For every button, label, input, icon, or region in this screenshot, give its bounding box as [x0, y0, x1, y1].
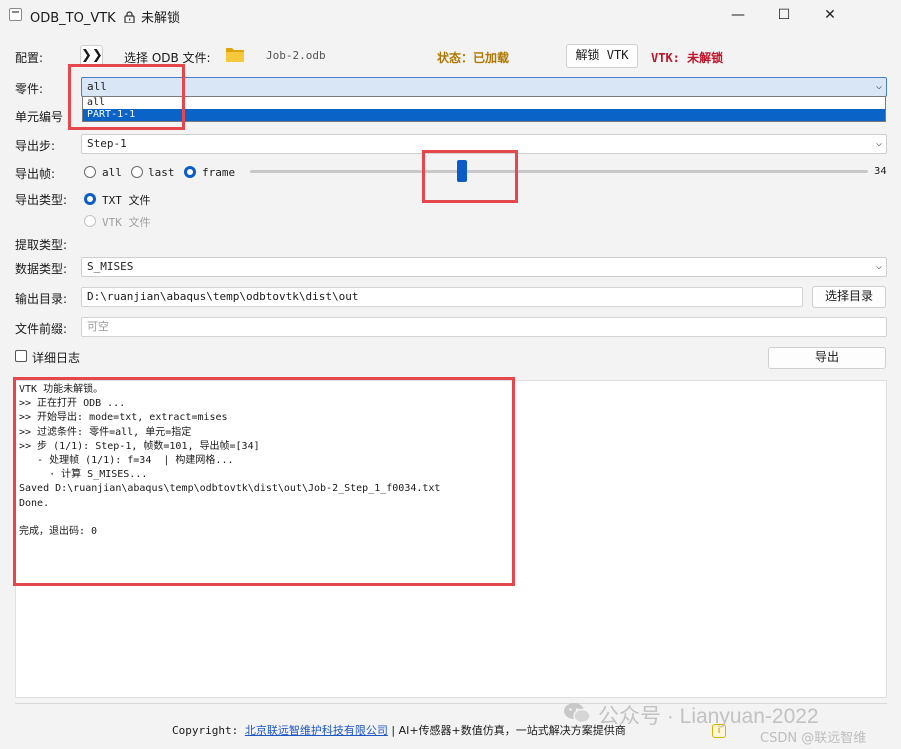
choose-dir-button[interactable]: 选择目录 — [812, 286, 886, 308]
window-title: ODB_TO_VTK 未解锁 — [30, 7, 180, 26]
output-dir-input[interactable]: D:\ruanjian\abaqus\temp\odbtovtk\dist\ou… — [81, 287, 803, 307]
export-type-vtk-label: VTK 文件 — [102, 216, 151, 229]
export-step-label: 导出步: — [15, 139, 56, 153]
chevron-down-icon: ⌵ — [875, 138, 882, 149]
config-label: 配置: — [15, 51, 44, 65]
file-prefix-label: 文件前缀: — [15, 322, 68, 336]
export-type-radio-vtk — [84, 215, 96, 227]
chevron-down-icon: ⌵ — [875, 81, 882, 92]
part-dropdown-list: all PART-1-1 — [82, 96, 886, 122]
file-prefix-input[interactable]: 可空 — [81, 317, 887, 337]
frame-radio-frame[interactable] — [184, 166, 196, 178]
log-text: VTK 功能未解锁。 >> 正在打开 ODB ... >> 开始导出: mode… — [19, 384, 441, 538]
verbose-log-label: 详细日志 — [32, 351, 81, 365]
export-frame-label: 导出帧: — [15, 167, 56, 181]
folder-icon[interactable] — [225, 46, 245, 64]
app-icon — [9, 8, 22, 21]
element-number-label: 单元编号 — [15, 110, 64, 124]
chevron-down-icon: ⌵ — [875, 261, 882, 272]
frame-slider-track[interactable] — [250, 170, 868, 173]
export-type-txt-label: TXT 文件 — [102, 194, 151, 207]
frame-radio-frame-label: frame — [202, 166, 236, 179]
verbose-log-checkbox[interactable] — [15, 350, 27, 362]
watermark-text: 公众号 · Lianyuan-2022 — [598, 705, 819, 728]
footer-separator: | — [387, 724, 399, 737]
title-bar: ODB_TO_VTK 未解锁 — ☐ ✕ — [0, 0, 901, 30]
part-select-value: all — [87, 80, 107, 93]
extract-type-label: 提取类型: — [15, 238, 68, 252]
title-status: 未解锁 — [140, 11, 180, 26]
export-step-select[interactable]: Step-1 ⌵ — [81, 134, 887, 154]
minimize-button[interactable]: — — [715, 0, 761, 30]
frame-radio-last-label: last — [148, 166, 175, 179]
wechat-icon — [564, 703, 591, 724]
close-button[interactable]: ✕ — [807, 0, 853, 30]
config-toggle-button[interactable]: ❯❯ — [80, 45, 103, 67]
maximize-button[interactable]: ☐ — [761, 0, 807, 30]
part-option-all[interactable]: all — [83, 97, 885, 109]
part-label: 零件: — [15, 82, 44, 96]
lock-icon — [124, 11, 135, 24]
highlight-frame-slider — [422, 150, 518, 203]
data-type-select[interactable]: S_MISES ⌵ — [81, 257, 887, 277]
data-type-value: S_MISES — [87, 260, 134, 273]
unlock-vtk-button[interactable]: 解锁 VTK — [566, 44, 638, 68]
export-type-radio-txt[interactable] — [84, 193, 96, 205]
frame-slider-value: 34 — [874, 166, 887, 177]
part-select[interactable]: all ⌵ — [81, 77, 887, 97]
export-type-label: 导出类型: — [15, 193, 68, 207]
csdn-watermark: CSDN @联远智维 — [760, 731, 867, 746]
vtk-status: VTK: 未解锁 — [651, 51, 724, 65]
status-badge: 状态：已加载 — [437, 51, 510, 65]
footer: Copyright: 北京联远智维护科技有限公司 | AI+传感器+数值仿真，一… — [172, 722, 626, 738]
select-odb-label: 选择 ODB 文件: — [124, 51, 211, 65]
export-button[interactable]: 导出 — [768, 347, 886, 369]
output-dir-label: 输出目录: — [15, 292, 68, 306]
frame-radio-all-label: all — [102, 166, 122, 179]
footer-copyright: Copyright: — [172, 724, 245, 737]
frame-radio-all[interactable] — [84, 166, 96, 178]
data-type-label: 数据类型: — [15, 262, 68, 276]
window-title-text: ODB_TO_VTK — [30, 11, 116, 26]
part-option-part-1-1[interactable]: PART-1-1 — [83, 109, 885, 121]
frame-radio-last[interactable] — [131, 166, 143, 178]
odb-file-name: Job-2.odb — [266, 49, 326, 62]
frame-slider-handle[interactable] — [457, 160, 467, 182]
export-step-value: Step-1 — [87, 137, 127, 150]
company-link[interactable]: 北京联远智维护科技有限公司 — [245, 724, 388, 737]
